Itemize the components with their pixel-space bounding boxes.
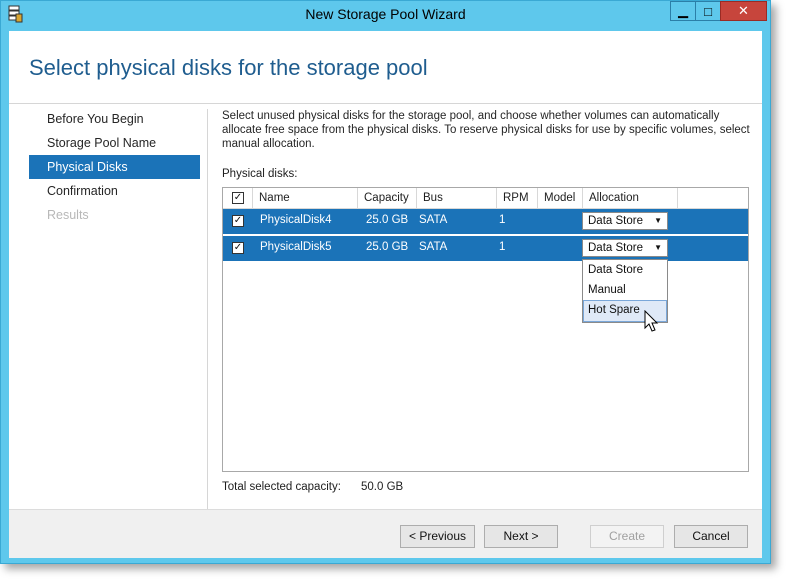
allocation-select[interactable]: Data Store ▼ [582, 212, 668, 230]
disk-rpm: 1 [499, 214, 506, 226]
allocation-value: Data Store [588, 215, 643, 227]
title-bar[interactable]: New Storage Pool Wizard ▁ □ ✕ [1, 1, 770, 29]
total-capacity: Total selected capacity: 50.0 GB [222, 481, 403, 493]
window-title: New Storage Pool Wizard [305, 6, 466, 22]
nav-step-confirmation[interactable]: Confirmation [29, 179, 200, 203]
table-header: ✓ Name Capacity Bus RPM Model Allocation [223, 188, 748, 209]
row-checkbox[interactable]: ✓ [232, 215, 244, 227]
minimize-button[interactable]: ▁ [670, 1, 696, 21]
table-row[interactable]: ✓ PhysicalDisk5 25.0 GB SATA 1 Data Stor… [223, 236, 748, 261]
column-allocation[interactable]: Allocation [583, 188, 678, 208]
column-bus[interactable]: Bus [417, 188, 497, 208]
cancel-button[interactable]: Cancel [674, 525, 748, 548]
nav-divider [207, 109, 208, 519]
column-name[interactable]: Name [253, 188, 358, 208]
disk-capacity: 25.0 GB [366, 241, 409, 253]
header-divider [9, 103, 762, 104]
allocation-select[interactable]: Data Store ▼ [582, 239, 668, 257]
wizard-body: Select physical disks for the storage po… [9, 31, 762, 558]
allocation-option-data-store[interactable]: Data Store [583, 260, 667, 280]
disk-name: PhysicalDisk4 [260, 214, 332, 226]
total-capacity-value: 50.0 GB [361, 481, 404, 493]
wizard-window: New Storage Pool Wizard ▁ □ ✕ Select phy… [0, 0, 771, 564]
column-capacity[interactable]: Capacity [358, 188, 417, 208]
chevron-down-icon: ▼ [654, 243, 662, 252]
row-checkbox[interactable]: ✓ [232, 242, 244, 254]
column-model[interactable]: Model [538, 188, 583, 208]
chevron-down-icon: ▼ [654, 216, 662, 225]
maximize-button[interactable]: □ [695, 1, 721, 21]
mouse-pointer-icon [644, 310, 659, 332]
wizard-steps-nav: Before You Begin Storage Pool Name Physi… [29, 107, 200, 227]
allocation-option-manual[interactable]: Manual [583, 280, 667, 300]
table-row[interactable]: ✓ PhysicalDisk4 25.0 GB SATA 1 Data Stor… [223, 209, 748, 234]
physical-disks-table: ✓ Name Capacity Bus RPM Model Allocation… [222, 187, 749, 472]
nav-step-before-you-begin[interactable]: Before You Begin [29, 107, 200, 131]
nav-step-physical-disks[interactable]: Physical Disks [29, 155, 200, 179]
nav-step-results: Results [47, 208, 89, 222]
page-description: Select unused physical disks for the sto… [222, 110, 750, 150]
disk-rpm: 1 [499, 241, 506, 253]
physical-disks-label: Physical disks: [222, 168, 298, 180]
disk-bus: SATA [419, 241, 448, 253]
disk-bus: SATA [419, 214, 448, 226]
nav-step-storage-pool-name[interactable]: Storage Pool Name [29, 131, 200, 155]
total-capacity-label: Total selected capacity: [222, 481, 341, 493]
column-rpm[interactable]: RPM [497, 188, 538, 208]
create-button: Create [590, 525, 664, 548]
page-title: Select physical disks for the storage po… [29, 55, 428, 80]
select-all-checkbox[interactable]: ✓ [232, 192, 244, 204]
disk-capacity: 25.0 GB [366, 214, 409, 226]
close-button[interactable]: ✕ [720, 1, 767, 21]
disk-name: PhysicalDisk5 [260, 241, 332, 253]
allocation-value: Data Store [588, 242, 643, 254]
previous-button[interactable]: < Previous [400, 525, 475, 548]
button-bar: < Previous Next > Create Cancel [9, 509, 762, 558]
select-all-column: ✓ [223, 188, 253, 208]
next-button[interactable]: Next > [484, 525, 558, 548]
